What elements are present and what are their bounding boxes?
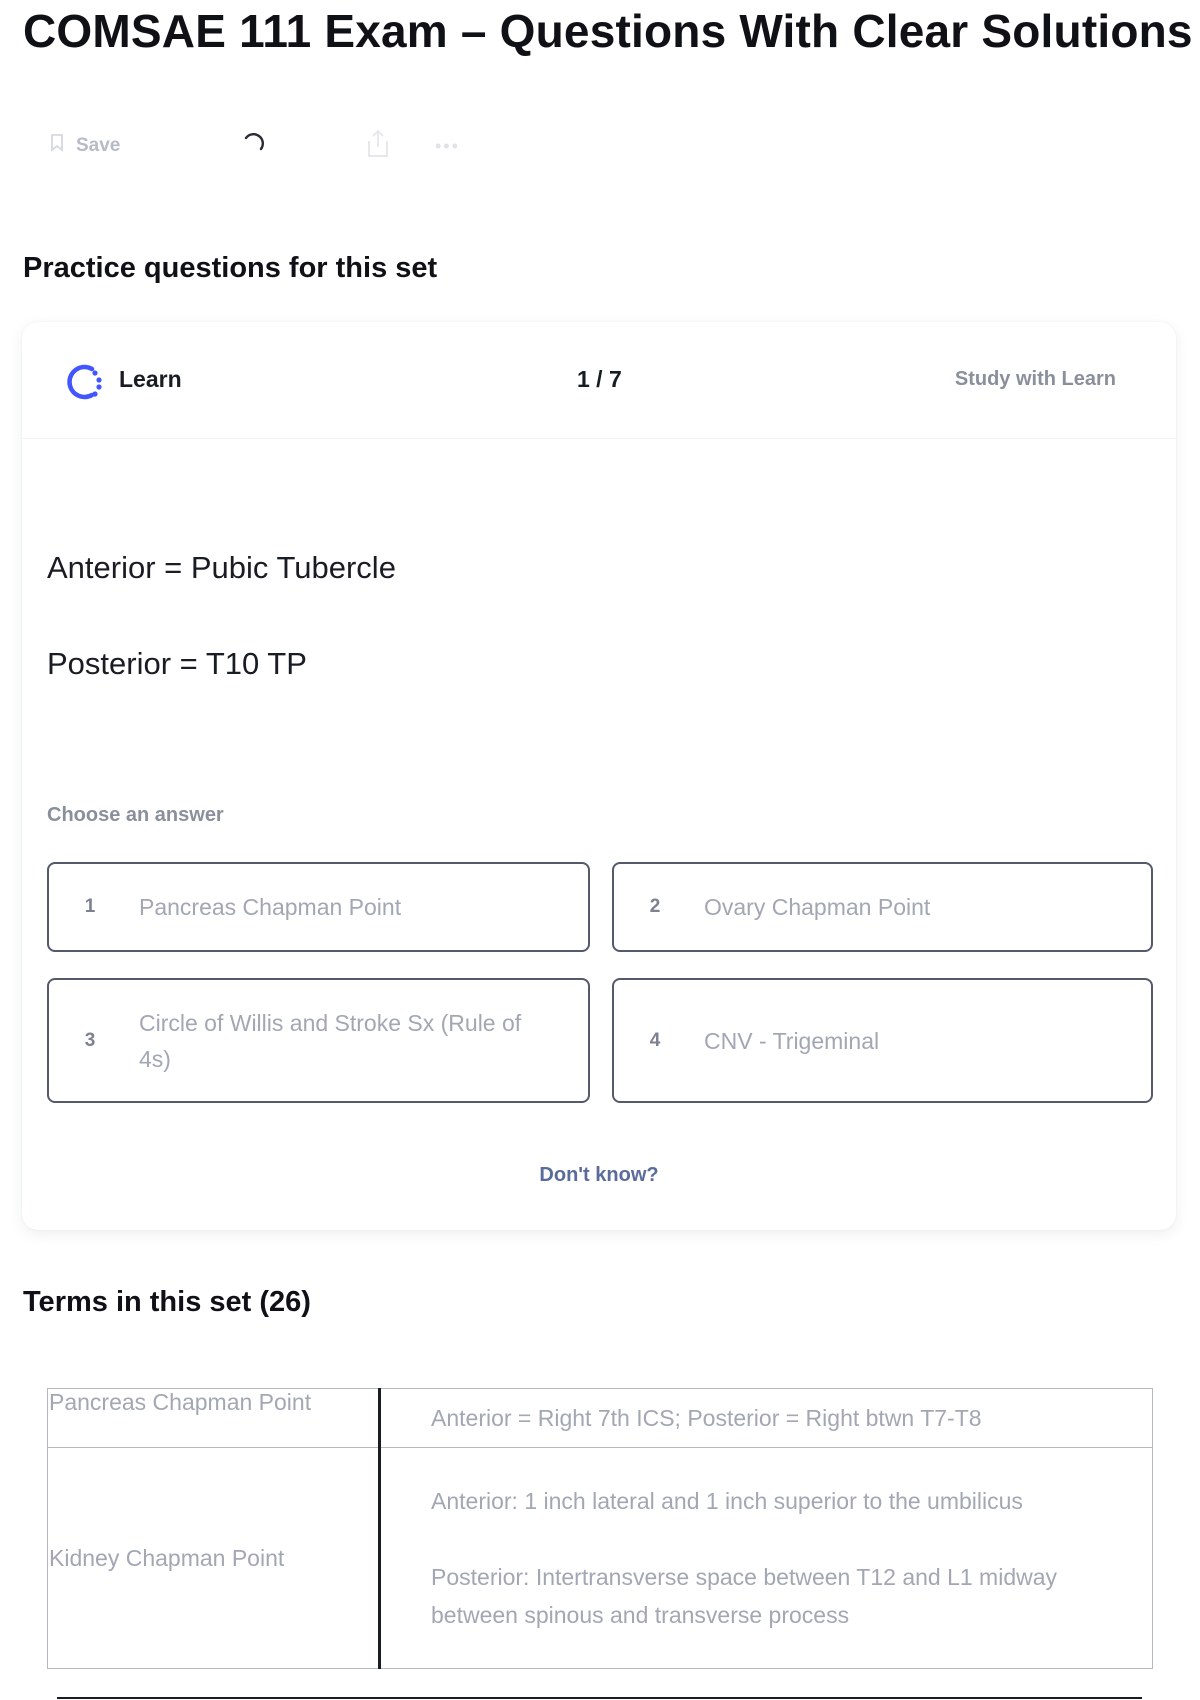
definition-text: Anterior: 1 inch lateral and 1 inch supe… (431, 1488, 1023, 1514)
option-text: Ovary Chapman Point (704, 894, 931, 920)
option-text: Pancreas Chapman Point (139, 894, 402, 920)
share-button[interactable] (365, 128, 391, 164)
save-button[interactable]: Save (50, 128, 120, 164)
answer-option-1[interactable]: 1 Pancreas Chapman Point (47, 862, 590, 952)
option-number: 3 (84, 1029, 96, 1051)
answer-option-3[interactable]: 3 Circle of Willis and Stroke Sx (Rule o… (47, 978, 590, 1103)
definition-cell: Anterior = Right 7th ICS; Posterior = Ri… (379, 1388, 1153, 1448)
definition-text: Anterior = Right 7th ICS; Posterior = Ri… (431, 1405, 982, 1431)
option-number: 1 (84, 896, 96, 917)
loading-spinner-icon (240, 128, 266, 164)
more-icon: ••• (435, 135, 460, 156)
term-cell: Kidney Chapman Point (47, 1447, 381, 1669)
option-text: Circle of Willis and Stroke Sx (Rule of … (139, 1009, 522, 1072)
progress-counter: 1 / 7 (577, 366, 622, 392)
option-number: 2 (649, 896, 661, 917)
study-with-learn-link[interactable]: Study with Learn (955, 368, 1116, 391)
option-text: CNV - Trigeminal (704, 1027, 880, 1054)
more-button[interactable]: ••• (435, 128, 460, 164)
dont-know-button[interactable]: Don't know? (22, 1164, 1176, 1187)
terms-table: Pancreas Chapman Point Anterior = Right … (47, 1388, 1153, 1669)
prompt-line: Anterior = Pubic Tubercle (47, 550, 396, 585)
prompt-line: Posterior = T10 TP (47, 646, 307, 681)
share-icon (365, 129, 391, 164)
practice-heading: Practice questions for this set (23, 252, 438, 284)
definition-cell: Anterior: 1 inch lateral and 1 inch supe… (379, 1447, 1153, 1669)
toolbar: Save ••• (50, 128, 510, 164)
learn-mode-label: Learn (119, 366, 182, 392)
card-header: Learn 1 / 7 Study with Learn (22, 322, 1176, 439)
term-cell: Pancreas Chapman Point (47, 1388, 381, 1448)
terms-heading: Terms in this set (26) (23, 1286, 311, 1318)
learn-progress-icon (62, 360, 106, 404)
answer-option-2[interactable]: 2 Ovary Chapman Point (612, 862, 1153, 952)
table-row: Pancreas Chapman Point Anterior = Right … (47, 1388, 1153, 1448)
option-number: 4 (649, 1029, 661, 1051)
divider (57, 1697, 1142, 1699)
choose-answer-label: Choose an answer (47, 804, 224, 826)
bookmark-icon (50, 134, 64, 158)
save-label: Save (76, 135, 121, 156)
definition-text: Posterior: Intertransverse space between… (431, 1564, 1058, 1628)
answer-option-4[interactable]: 4 CNV - Trigeminal (612, 978, 1153, 1103)
page-title: COMSAE 111 Exam – Questions With Clear S… (23, 5, 1193, 57)
learn-card: Learn 1 / 7 Study with Learn Anterior = … (22, 322, 1176, 1230)
table-row: Kidney Chapman Point Anterior: 1 inch la… (47, 1447, 1153, 1669)
question-prompt: Anterior = Pubic Tubercle Posterior = T1… (47, 550, 1047, 742)
